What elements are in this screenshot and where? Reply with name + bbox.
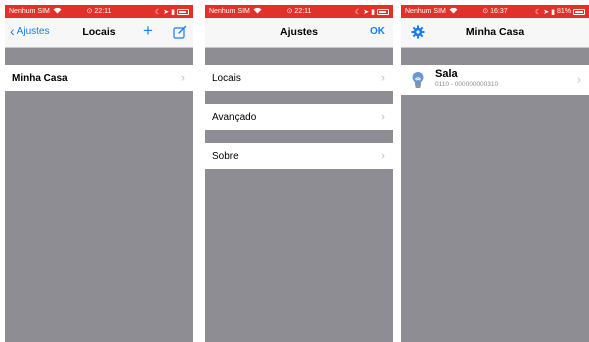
navigation-bar: Minha Casa xyxy=(401,18,589,48)
status-time: ⊙ 22:11 xyxy=(286,8,312,15)
list-item[interactable]: Locais › xyxy=(205,65,393,91)
alarm-icon: ⊙ xyxy=(286,8,293,15)
alarm-icon: ⊙ xyxy=(482,8,489,15)
edit-icon[interactable] xyxy=(173,25,187,39)
battery-icon xyxy=(377,8,389,15)
chevron-right-icon: › xyxy=(381,148,385,163)
alarm-icon: ⊙ xyxy=(86,8,93,15)
lamp-icon xyxy=(409,71,427,89)
navigation-bar: ‹ Ajustes Locais + xyxy=(5,18,193,48)
list-item-label: Minha Casa xyxy=(12,72,68,84)
status-time: ⊙ 16:37 xyxy=(482,8,508,15)
chevron-right-icon: › xyxy=(381,109,385,124)
chevron-right-icon: › xyxy=(181,70,185,85)
battery-icon xyxy=(177,8,189,15)
add-button[interactable]: + xyxy=(143,22,153,40)
status-time: ⊙ 22:11 xyxy=(86,8,112,15)
ok-button[interactable]: OK xyxy=(370,26,385,37)
status-bar: Nenhum SIM ⊙ 22:11 ☾ ➤ ▮ xyxy=(205,5,393,18)
phone-screen-locais: Nenhum SIM ⊙ 22:11 ☾ ➤ ▮ ‹ Ajustes Locai… xyxy=(5,5,193,342)
list-item-label: Locais xyxy=(212,72,241,84)
device-row[interactable]: Sala 0110 - 000000000310 › xyxy=(401,65,589,95)
status-bar: Nenhum SIM ⊙ 22:11 ☾ ➤ ▮ xyxy=(5,5,193,18)
chevron-right-icon: › xyxy=(381,70,385,85)
page-title: Ajustes xyxy=(280,26,318,38)
phone-screen-minha-casa: Nenhum SIM ⊙ 16:37 ☾ ➤ ▮ 81% Minha Casa … xyxy=(401,5,589,342)
status-bar: Nenhum SIM ⊙ 16:37 ☾ ➤ ▮ 81% xyxy=(401,5,589,18)
list-item[interactable]: Avançado › xyxy=(205,104,393,130)
device-name: Sala xyxy=(435,68,458,80)
navigation-bar: Ajustes OK xyxy=(205,18,393,48)
list-item[interactable]: Sobre › xyxy=(205,143,393,169)
battery-icon xyxy=(573,8,585,15)
chevron-right-icon: › xyxy=(577,72,581,87)
list-item-label: Sobre xyxy=(212,150,239,162)
page-title: Minha Casa xyxy=(465,26,525,38)
list-item[interactable]: Minha Casa › xyxy=(5,65,193,91)
page-title: Locais xyxy=(82,26,116,38)
list-item-label: Avançado xyxy=(212,111,257,123)
phone-screen-ajustes: Nenhum SIM ⊙ 22:11 ☾ ➤ ▮ Ajustes OK Loca… xyxy=(205,5,393,342)
device-code: 0110 - 000000000310 xyxy=(435,81,499,88)
